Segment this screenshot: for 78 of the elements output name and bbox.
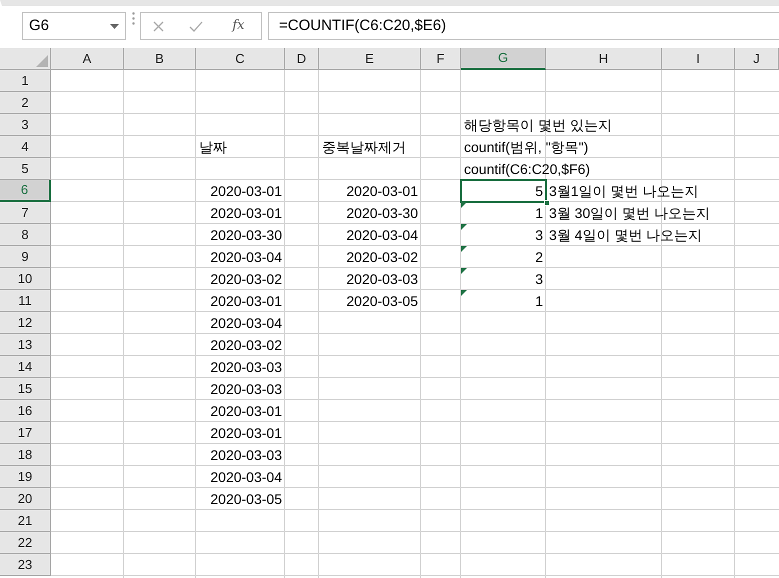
select-all-icon[interactable] <box>36 55 48 67</box>
cell-value: 2020-03-01 <box>210 424 282 442</box>
column-header[interactable]: F <box>421 48 461 70</box>
drag-handle-icon <box>132 12 134 25</box>
row-header[interactable]: 3 <box>0 114 51 136</box>
cell-value: countif(범위, "항목") <box>464 138 588 157</box>
cell-value: 해당항목이 몇번 있는지 <box>464 116 612 134</box>
column-header[interactable]: I <box>662 48 735 70</box>
cell-value: 3월1일이 몇번 나오는지 <box>549 182 698 200</box>
selected-cell[interactable]: 5 <box>461 180 546 202</box>
row-header[interactable]: 6 <box>0 180 51 202</box>
cell-value: 2020-03-04 <box>210 468 282 486</box>
row-header[interactable]: 12 <box>0 312 51 334</box>
column-header[interactable]: D <box>285 48 319 70</box>
row-header[interactable]: 2 <box>0 92 51 114</box>
cell-value: 2020-03-01 <box>210 182 282 200</box>
cell-value: 2020-03-03 <box>346 270 418 288</box>
cell-value: 2020-03-04 <box>210 248 282 266</box>
cell-value: 2020-03-01 <box>210 402 282 420</box>
row-header[interactable]: 11 <box>0 290 51 312</box>
cancel-icon[interactable] <box>153 20 164 32</box>
column-header[interactable]: B <box>124 48 196 70</box>
row-header[interactable]: 7 <box>0 202 51 224</box>
row-header[interactable]: 4 <box>0 136 51 158</box>
fill-handle[interactable] <box>544 200 550 206</box>
row-header[interactable]: 15 <box>0 378 51 400</box>
name-box[interactable]: G6 <box>22 12 126 40</box>
cell-value: 2020-03-01 <box>346 182 418 200</box>
formula-field[interactable]: =COUNTIF(C6:C20,$E6) <box>268 12 779 40</box>
cell-value: 1 <box>535 204 543 222</box>
row-header[interactable]: 21 <box>0 510 51 532</box>
row-header[interactable]: 23 <box>0 554 51 576</box>
cell-value: 5 <box>535 182 543 200</box>
column-header[interactable]: E <box>319 48 421 70</box>
dropdown-caret-icon[interactable] <box>110 24 119 28</box>
row-header[interactable]: 17 <box>0 422 51 444</box>
row-header[interactable]: 18 <box>0 444 51 466</box>
cell-value: 2020-03-30 <box>346 204 418 222</box>
cell-value: 2020-03-01 <box>210 204 282 222</box>
cell-value: 3 <box>535 270 543 288</box>
column-header[interactable]: A <box>51 48 124 70</box>
cell-value: 2020-03-05 <box>210 490 282 508</box>
row-header[interactable]: 8 <box>0 224 51 246</box>
cell-value: 중복날짜제거 <box>322 138 406 156</box>
column-header[interactable]: G <box>461 48 546 70</box>
column-header[interactable]: H <box>546 48 662 70</box>
row-header[interactable]: 14 <box>0 356 51 378</box>
cell-value: 2020-03-30 <box>210 226 282 244</box>
cell-value: 1 <box>535 292 543 310</box>
cell-value: 3 <box>535 226 543 244</box>
cell-value: 날짜 <box>199 138 227 156</box>
row-header[interactable]: 10 <box>0 268 51 290</box>
cell-value: 2020-03-05 <box>346 292 418 310</box>
cell-value: 2020-03-03 <box>210 446 282 464</box>
row-header[interactable]: 22 <box>0 532 51 554</box>
insert-function-button[interactable]: fx <box>228 16 248 36</box>
cell-value: 2020-03-04 <box>210 314 282 332</box>
cell-value: 2020-03-04 <box>346 226 418 244</box>
column-header[interactable]: C <box>196 48 285 70</box>
cell-value: 2 <box>535 248 543 266</box>
cell-value: 2020-03-01 <box>210 292 282 310</box>
row-header[interactable]: 1 <box>0 70 51 92</box>
cell-value: 3월 30일이 몇번 나오는지 <box>549 204 710 222</box>
column-header[interactable]: J <box>735 48 779 70</box>
cell-value: 2020-03-02 <box>210 270 282 288</box>
row-header[interactable]: 20 <box>0 488 51 510</box>
row-header[interactable]: 16 <box>0 400 51 422</box>
row-header[interactable]: 19 <box>0 466 51 488</box>
cell-value: 3월 4일이 몇번 나오는지 <box>549 226 702 244</box>
cell-value: 2020-03-03 <box>210 358 282 376</box>
checkmark-icon[interactable] <box>189 20 204 32</box>
cell-value: 2020-03-02 <box>346 248 418 266</box>
cell-value: 2020-03-03 <box>210 380 282 398</box>
cell-value: 2020-03-02 <box>210 336 282 354</box>
row-header[interactable]: 5 <box>0 158 51 180</box>
row-header[interactable]: 13 <box>0 334 51 356</box>
row-header[interactable]: 9 <box>0 246 51 268</box>
cell-value: countif(C6:C20,$F6) <box>464 160 590 179</box>
